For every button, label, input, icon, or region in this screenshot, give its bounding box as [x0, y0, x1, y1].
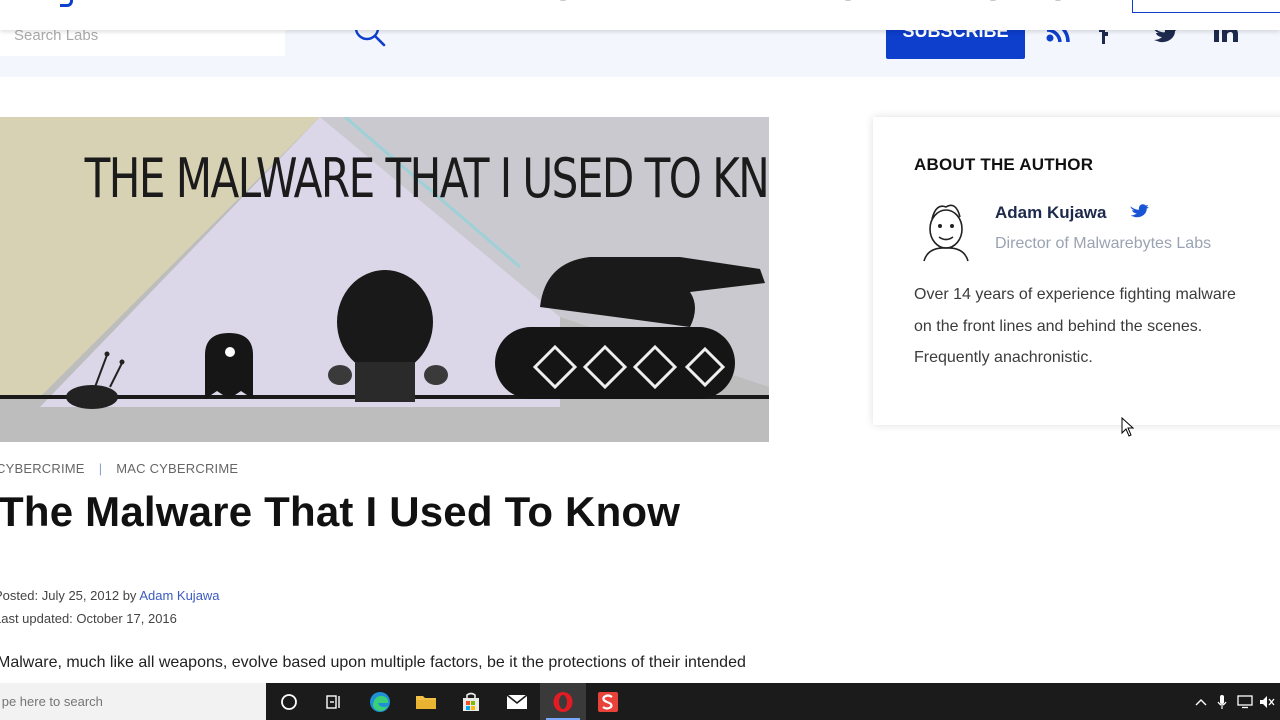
nav-item-fragment[interactable] — [560, 0, 566, 1]
category-list: CYBERCRIME | MAC CYBERCRIME — [0, 461, 238, 476]
snagit-icon[interactable] — [585, 683, 631, 720]
posted-date: July 25, 2012 — [41, 588, 120, 603]
mouse-cursor-icon — [1121, 416, 1135, 437]
network-icon[interactable] — [1235, 683, 1255, 720]
taskbar-search-input[interactable] — [0, 683, 266, 720]
cortana-icon[interactable] — [266, 683, 312, 720]
posted-line: Posted: July 25, 2012 by Adam Kujawa — [0, 588, 220, 603]
header-band: SUBSCRIBE — [0, 14, 1280, 77]
about-author-card: ABOUT THE AUTHOR Adam Kujawa Director of… — [873, 117, 1280, 425]
author-bio: Over 14 years of experience fighting mal… — [914, 286, 1236, 366]
article-title: The Malware That I Used To Know — [0, 488, 681, 535]
nav-item-fragment[interactable] — [845, 0, 851, 1]
header-button-fragment[interactable] — [1132, 0, 1280, 13]
mail-icon[interactable] — [494, 683, 540, 720]
updated-line: Last updated: October 17, 2016 — [0, 611, 177, 626]
microphone-icon[interactable] — [1212, 683, 1232, 720]
updated-label: Last updated: — [0, 611, 73, 626]
author-link[interactable]: Adam Kujawa — [139, 588, 219, 603]
hero-image-text: THE MALWARE THAT I USED TO KNOW — [84, 147, 769, 210]
task-view-icon[interactable] — [311, 683, 357, 720]
volume-muted-icon[interactable] — [1257, 683, 1277, 720]
updated-date: October 17, 2016 — [76, 611, 177, 626]
article-hero-image[interactable]: THE MALWARE THAT I USED TO KNOW — [0, 117, 769, 442]
chevron-up-icon[interactable] — [1191, 683, 1211, 720]
opera-icon[interactable] — [540, 683, 586, 720]
author-twitter-icon[interactable] — [1129, 202, 1149, 220]
category-link-mac-cybercrime[interactable]: MAC CYBERCRIME — [116, 461, 238, 476]
article-body-first-line: Malware, much like all weapons, evolve b… — [0, 654, 746, 671]
about-author-heading: ABOUT THE AUTHOR — [914, 155, 1094, 174]
labs-logo-fragment[interactable] — [60, 0, 73, 7]
windows-taskbar — [0, 683, 1280, 720]
category-link-cybercrime[interactable]: CYBERCRIME — [0, 461, 85, 476]
author-name[interactable]: Adam Kujawa — [995, 203, 1106, 223]
author-avatar[interactable] — [914, 199, 978, 263]
top-navigation-bar — [0, 0, 1280, 30]
nav-item-fragment[interactable] — [1055, 0, 1061, 1]
file-explorer-icon[interactable] — [403, 683, 449, 720]
category-separator: | — [98, 461, 103, 476]
posted-label: Posted: — [0, 588, 39, 603]
store-icon[interactable] — [448, 683, 494, 720]
nav-item-fragment[interactable] — [990, 0, 996, 1]
author-role: Director of Malwarebytes Labs — [995, 235, 1212, 252]
edge-icon[interactable] — [357, 683, 403, 720]
by-label: by — [122, 588, 137, 603]
